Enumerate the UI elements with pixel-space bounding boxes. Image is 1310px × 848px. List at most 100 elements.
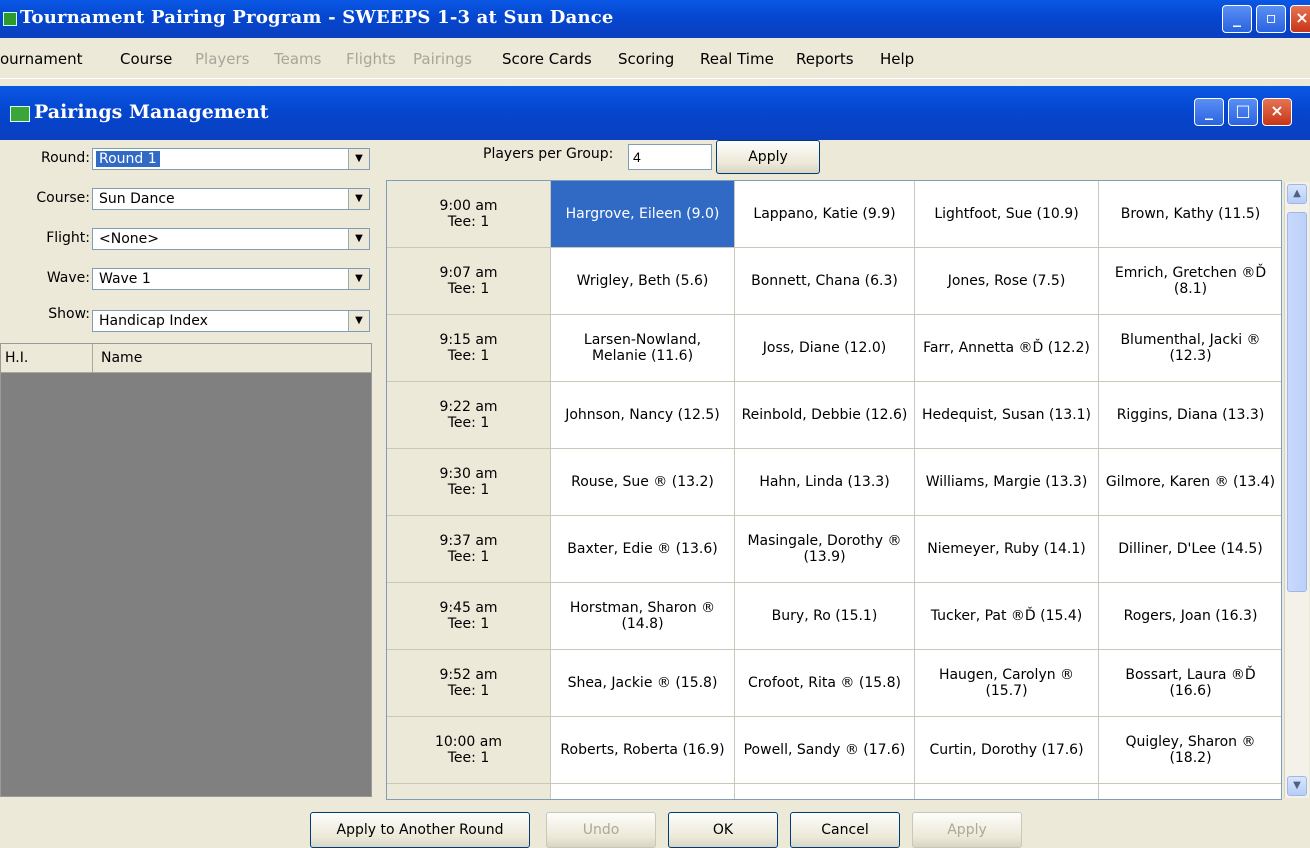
tee-time-cell[interactable]: 10:00 am Tee: 1 <box>387 717 551 784</box>
apply-button[interactable]: Apply <box>912 812 1022 848</box>
tee-time-cell[interactable]: 9:00 am Tee: 1 <box>387 181 551 248</box>
player-cell[interactable]: Bossart, Laura ®Ď (16.6) <box>1099 650 1281 717</box>
chevron-down-icon[interactable]: ▼ <box>348 269 369 289</box>
app-minimize-button[interactable]: _ <box>1222 5 1252 33</box>
player-cell[interactable]: Joss, Diane (12.0) <box>735 315 915 382</box>
players-per-group-apply-button[interactable]: Apply <box>716 140 820 174</box>
menu-course[interactable]: Course <box>120 50 172 68</box>
player-cell[interactable]: Bonnett, Chana (6.3) <box>735 248 915 315</box>
chevron-down-icon[interactable]: ▼ <box>348 189 369 209</box>
pairings-grid: 9:00 am Tee: 1 Hargrove, Eileen (9.0) Lap… <box>386 180 1282 800</box>
player-cell[interactable]: Hargrove, Eileen (9.0) <box>551 181 735 248</box>
ok-button[interactable]: OK <box>668 812 778 848</box>
pairing-row: 9:00 am Tee: 1 Hargrove, Eileen (9.0) Lap… <box>387 181 1281 248</box>
menu-players[interactable]: Players <box>195 50 250 68</box>
player-cell[interactable]: Johnson, Nancy (12.5) <box>551 382 735 449</box>
tee-number: Tee: 1 <box>447 482 490 498</box>
tee-time-cell[interactable]: 9:37 am Tee: 1 <box>387 516 551 583</box>
apply-to-another-round-button[interactable]: Apply to Another Round <box>310 812 530 848</box>
app-close-button[interactable]: × <box>1290 5 1310 33</box>
menu-real-time[interactable]: Real Time <box>700 50 774 68</box>
menu-pairings[interactable]: Pairings <box>413 50 472 68</box>
dialog-close-button[interactable]: × <box>1262 98 1292 126</box>
chevron-down-icon[interactable]: ▼ <box>348 149 369 169</box>
tee-time-cell[interactable]: 9:30 am Tee: 1 <box>387 449 551 516</box>
player-cell[interactable]: Crofoot, Rita ® (15.8) <box>735 650 915 717</box>
tee-time-cell[interactable]: 9:07 am Tee: 1 <box>387 248 551 315</box>
scroll-up-button[interactable]: ▲ <box>1287 184 1307 204</box>
player-cell[interactable]: Curtin, Dorothy (17.6) <box>915 717 1099 784</box>
tee-time-cell[interactable]: 9:22 am Tee: 1 <box>387 382 551 449</box>
menu-reports[interactable]: Reports <box>796 50 854 68</box>
player-cell[interactable]: Hedequist, Susan (13.1) <box>915 382 1099 449</box>
scroll-down-button[interactable]: ▼ <box>1287 776 1307 796</box>
show-label: Show: <box>48 306 90 322</box>
player-cell[interactable] <box>1099 784 1281 799</box>
chevron-down-icon[interactable]: ▼ <box>348 229 369 249</box>
course-select[interactable]: Sun Dance ▼ <box>92 188 370 210</box>
menu-teams[interactable]: Teams <box>274 50 321 68</box>
menu-score-cards[interactable]: Score Cards <box>502 50 592 68</box>
player-cell[interactable]: Emrich, Gretchen ®Ď (8.1) <box>1099 248 1281 315</box>
player-cell[interactable]: Blumenthal, Jacki ® (12.3) <box>1099 315 1281 382</box>
player-list[interactable]: H.I. Name <box>0 343 372 797</box>
tee-time-cell[interactable]: 9:15 am Tee: 1 <box>387 315 551 382</box>
player-cell[interactable]: Dilliner, D'Lee (14.5) <box>1099 516 1281 583</box>
player-cell[interactable]: Lightfoot, Sue (10.9) <box>915 181 1099 248</box>
player-cell[interactable]: Masingale, Dorothy ® (13.9) <box>735 516 915 583</box>
player-cell[interactable] <box>735 784 915 799</box>
column-header-hi[interactable]: H.I. <box>1 344 93 372</box>
player-cell[interactable]: Wrigley, Beth (5.6) <box>551 248 735 315</box>
round-select[interactable]: Round 1 ▼ <box>92 148 370 170</box>
tee-number: Tee: 1 <box>447 415 490 431</box>
menu-scoring[interactable]: Scoring <box>618 50 674 68</box>
dialog-minimize-button[interactable]: _ <box>1194 98 1224 126</box>
tee-time: 9:30 am <box>439 466 498 482</box>
player-cell[interactable]: Roberts, Roberta (16.9) <box>551 717 735 784</box>
player-cell[interactable]: Bury, Ro (15.1) <box>735 583 915 650</box>
player-cell[interactable]: Niemeyer, Ruby (14.1) <box>915 516 1099 583</box>
cancel-button[interactable]: Cancel <box>790 812 900 848</box>
player-cell[interactable]: Powell, Sandy ® (17.6) <box>735 717 915 784</box>
player-cell[interactable]: Horstman, Sharon ® (14.8) <box>551 583 735 650</box>
player-cell[interactable]: Baxter, Edie ® (13.6) <box>551 516 735 583</box>
tee-time-cell[interactable]: 9:45 am Tee: 1 <box>387 583 551 650</box>
player-cell[interactable]: Brown, Kathy (11.5) <box>1099 181 1281 248</box>
menu-help[interactable]: Help <box>880 50 914 68</box>
menu-flights[interactable]: Flights <box>346 50 396 68</box>
players-per-group-input[interactable] <box>628 144 712 170</box>
chevron-down-icon: ▼ <box>1293 780 1301 791</box>
player-cell[interactable]: Gilmore, Karen ® (13.4) <box>1099 449 1281 516</box>
player-cell[interactable]: Quigley, Sharon ® (18.2) <box>1099 717 1281 784</box>
tee-time-cell[interactable]: 9:52 am Tee: 1 <box>387 650 551 717</box>
show-select[interactable]: Handicap Index ▼ <box>92 310 370 332</box>
scroll-thumb[interactable] <box>1287 212 1307 592</box>
wave-select[interactable]: Wave 1 ▼ <box>92 268 370 290</box>
flight-select[interactable]: <None> ▼ <box>92 228 370 250</box>
column-header-name[interactable]: Name <box>93 344 371 372</box>
tee-time: 9:15 am <box>439 332 498 348</box>
pairing-row-partial <box>387 784 1281 799</box>
player-cell[interactable]: Williams, Margie (13.3) <box>915 449 1099 516</box>
chevron-down-icon[interactable]: ▼ <box>348 311 369 331</box>
player-cell[interactable]: Lappano, Katie (9.9) <box>735 181 915 248</box>
player-cell[interactable] <box>915 784 1099 799</box>
undo-button[interactable]: Undo <box>546 812 656 848</box>
player-cell[interactable]: Tucker, Pat ®Ď (15.4) <box>915 583 1099 650</box>
pairings-scrollbar[interactable]: ▲ ▼ <box>1284 182 1309 798</box>
player-cell[interactable]: Riggins, Diana (13.3) <box>1099 382 1281 449</box>
player-cell[interactable]: Farr, Annetta ®Ď (12.2) <box>915 315 1099 382</box>
player-cell[interactable]: Hahn, Linda (13.3) <box>735 449 915 516</box>
player-cell[interactable]: Shea, Jackie ® (15.8) <box>551 650 735 717</box>
app-maximize-button[interactable]: ▫ <box>1256 5 1286 33</box>
player-cell[interactable]: Rogers, Joan (16.3) <box>1099 583 1281 650</box>
player-cell[interactable]: Jones, Rose (7.5) <box>915 248 1099 315</box>
player-cell[interactable]: Haugen, Carolyn ® (15.7) <box>915 650 1099 717</box>
player-cell[interactable]: Larsen-Nowland, Melanie (11.6) <box>551 315 735 382</box>
dialog-maximize-button[interactable]: □ <box>1228 98 1258 126</box>
menu-tournament[interactable]: ournament <box>0 50 83 68</box>
tee-time-cell[interactable] <box>387 784 551 799</box>
player-cell[interactable] <box>551 784 735 799</box>
player-cell[interactable]: Reinbold, Debbie (12.6) <box>735 382 915 449</box>
player-cell[interactable]: Rouse, Sue ® (13.2) <box>551 449 735 516</box>
